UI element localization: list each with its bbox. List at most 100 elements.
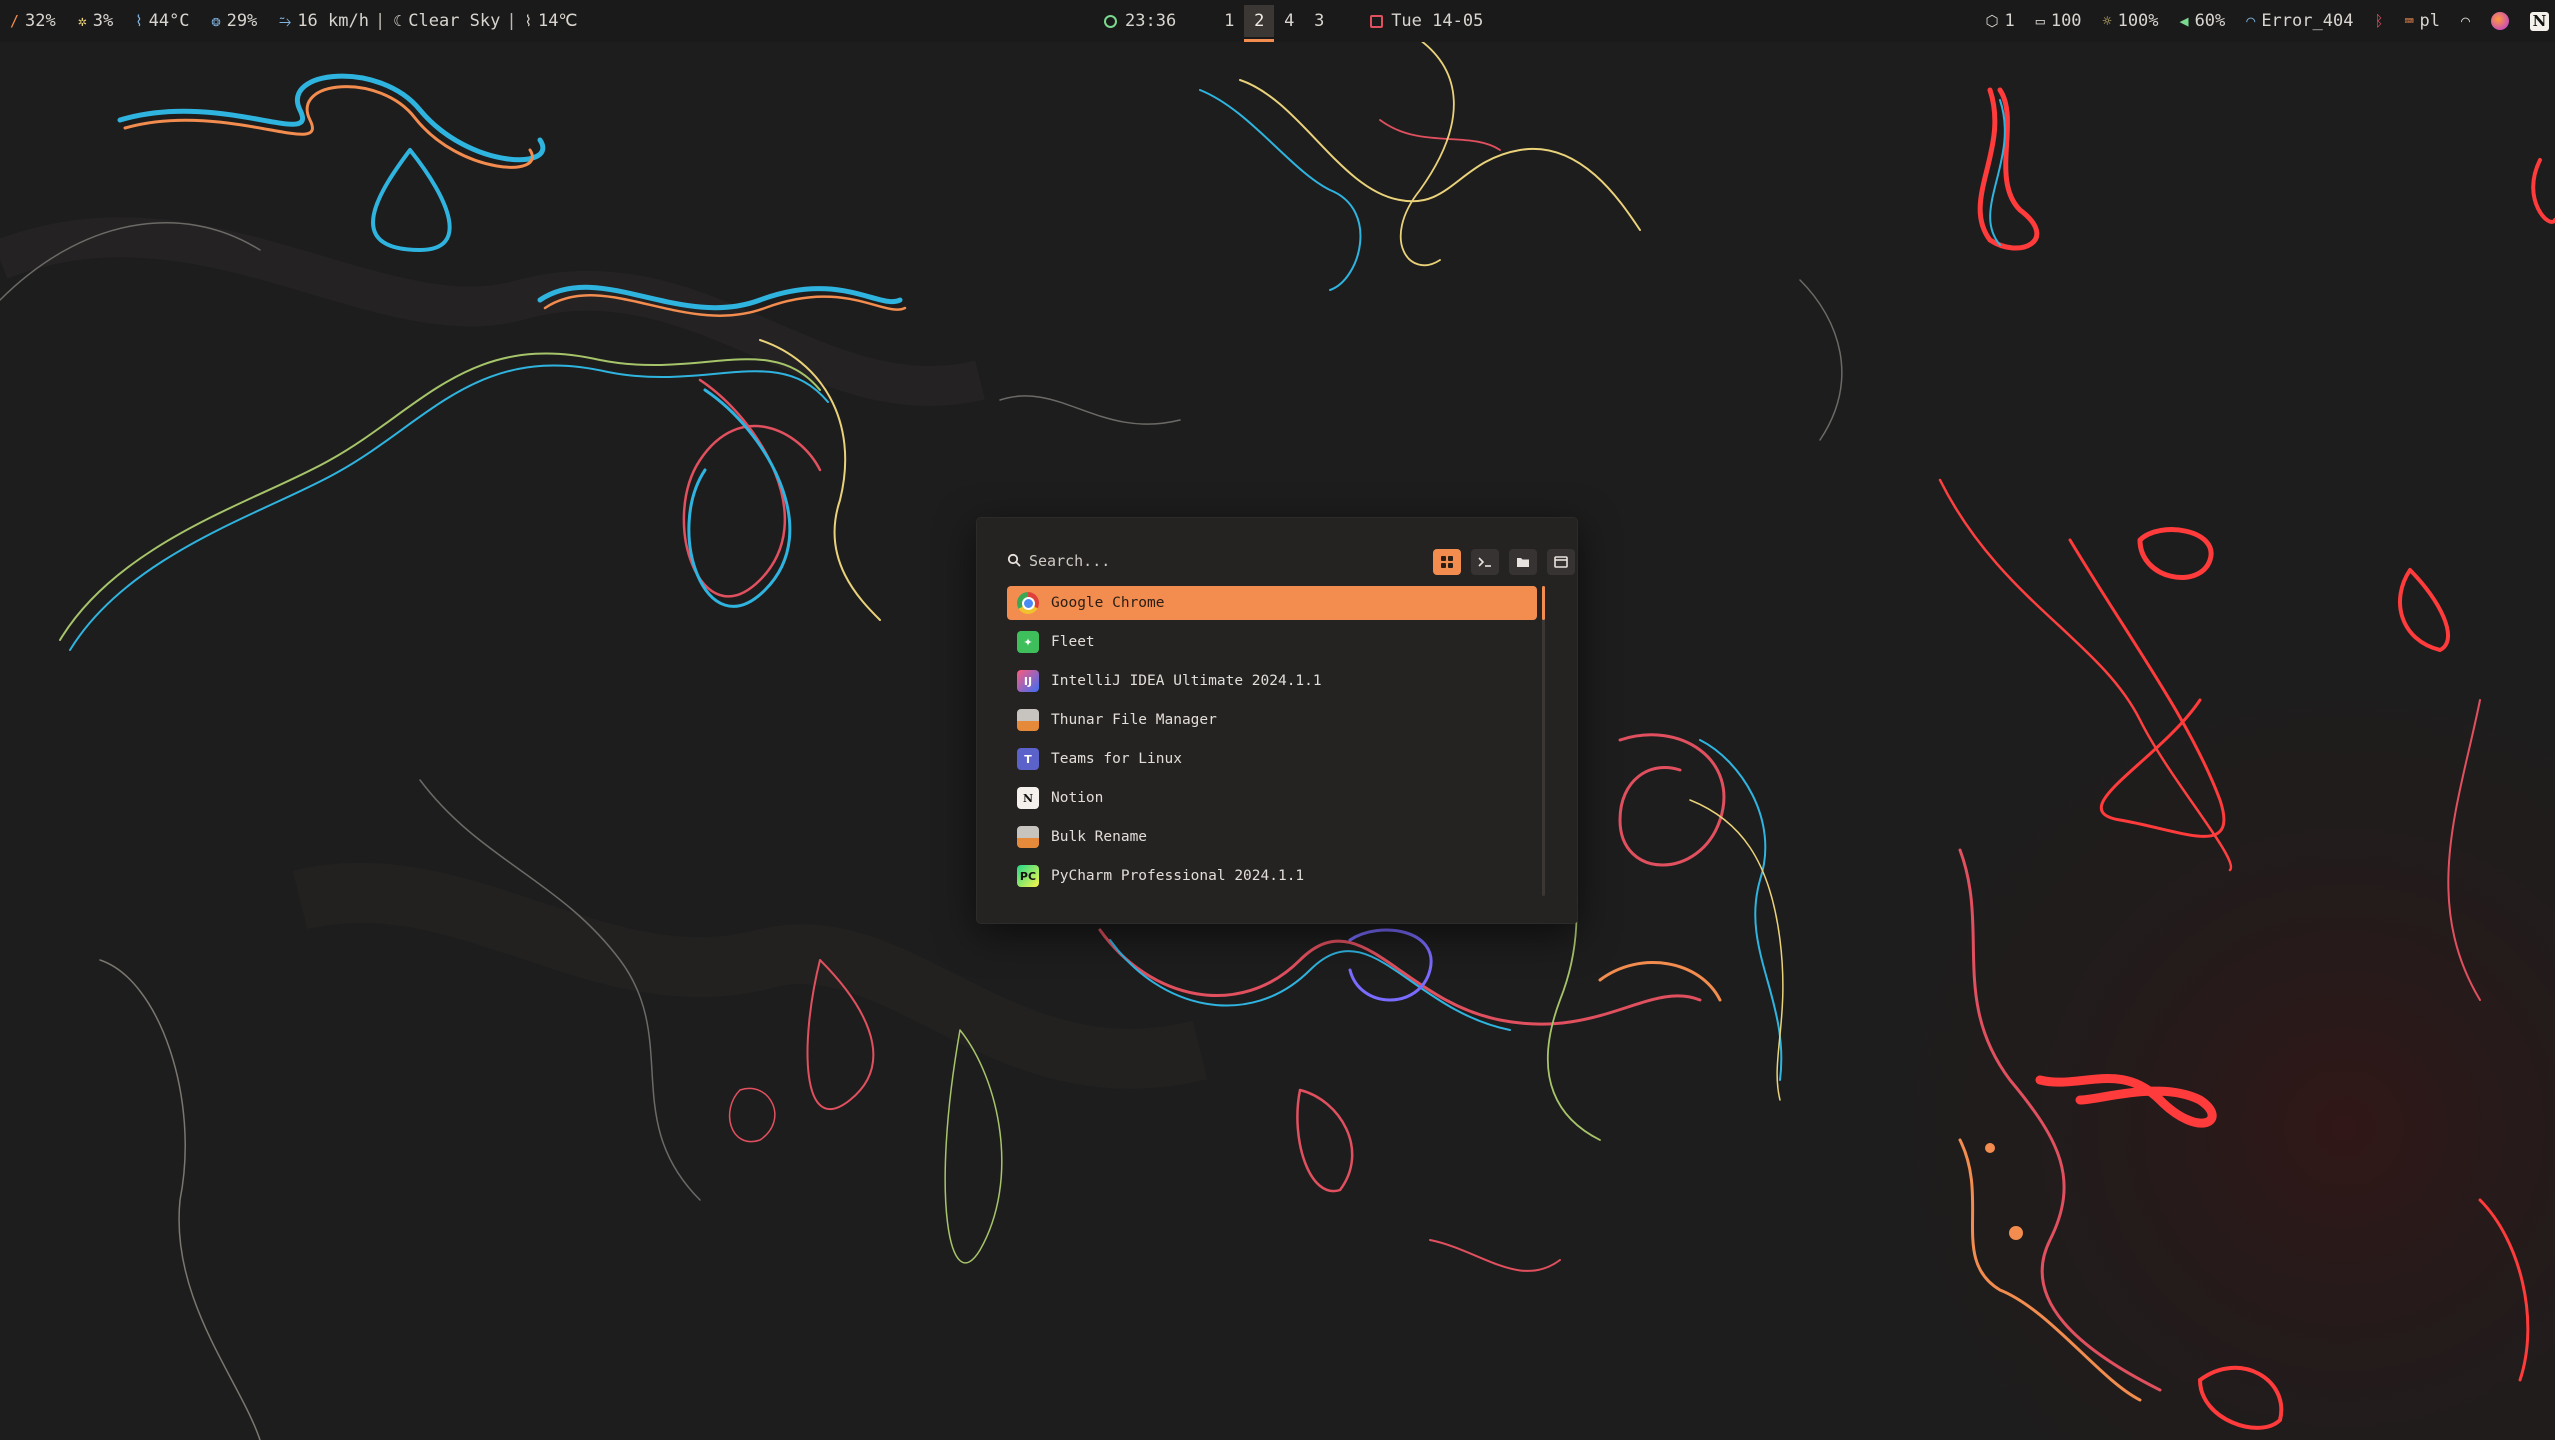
results-scrollbar[interactable]: [1542, 586, 1545, 896]
status-center-group: 23:36 1 2 4 3 Tue 14-05: [1104, 0, 1483, 42]
top-status-bar: / 32% ✲ 3% ⌇ 44°C ❂ 29% ⥲ 16 km/h | ☾ Cl…: [0, 0, 2555, 42]
chrome-icon: [1017, 592, 1039, 614]
firefox-tray-item[interactable]: [2491, 12, 2509, 30]
workspace-button[interactable]: 4: [1274, 5, 1304, 37]
list-item[interactable]: ✦ Fleet: [1007, 625, 1537, 659]
list-item[interactable]: N Notion: [1007, 781, 1537, 815]
mode-windows-button[interactable]: [1547, 549, 1575, 575]
list-item[interactable]: T Teams for Linux: [1007, 742, 1537, 776]
package-icon: ⬡: [1985, 12, 1999, 30]
outside-temperature: 14℃: [537, 11, 578, 31]
battery-value: 100: [2050, 11, 2082, 31]
app-launcher: Google Chrome ✦ Fleet IJ IntelliJ IDEA U…: [977, 518, 1577, 923]
search-icon: [1007, 553, 1021, 567]
date-module[interactable]: Tue 14-05: [1370, 11, 1483, 31]
keyboard-layout: pl: [2419, 11, 2440, 31]
results-list: Google Chrome ✦ Fleet IJ IntelliJ IDEA U…: [1007, 586, 1537, 896]
search-input[interactable]: [1023, 546, 1359, 576]
workspace-button-active[interactable]: 2: [1244, 5, 1275, 42]
battery-module[interactable]: ▭ 100: [2036, 11, 2082, 31]
battery-icon: ▭: [2035, 12, 2045, 30]
brightness-module[interactable]: ☼ 100%: [2103, 11, 2159, 31]
updates-module[interactable]: ⬡ 1: [1985, 11, 2014, 31]
volume-value: 60%: [2194, 11, 2226, 31]
list-item-label: Notion: [1051, 790, 1104, 806]
cpu-value: 32%: [25, 11, 56, 31]
mode-files-button[interactable]: [1509, 549, 1537, 575]
separator: |: [374, 11, 386, 31]
search-bar: [1007, 546, 1575, 576]
clock-module[interactable]: 23:36: [1104, 11, 1176, 31]
status-right-group: ⬡ 1 ▭ 100 ☼ 100% ◀ 60% ◠ Error_404 ᛒ ⌨ p…: [1964, 0, 2549, 42]
notion-icon: N: [1017, 787, 1039, 809]
list-item-label: PyCharm Professional 2024.1.1: [1051, 868, 1305, 884]
wifi-tray-item[interactable]: ◠: [2461, 12, 2470, 30]
list-item-label: Teams for Linux: [1051, 751, 1182, 767]
list-item-label: Google Chrome: [1051, 595, 1165, 611]
keyboard-layout-module[interactable]: ⌨ pl: [2404, 11, 2440, 31]
list-item-label: Fleet: [1051, 634, 1095, 650]
moon-icon: ☾: [393, 12, 403, 30]
gpu-value: 3%: [92, 11, 114, 31]
mode-apps-button[interactable]: [1433, 549, 1461, 575]
status-left-group: / 32% ✲ 3% ⌇ 44°C ❂ 29% ⥲ 16 km/h | ☾ Cl…: [10, 0, 578, 42]
separator: |: [506, 11, 517, 31]
speaker-icon: ◀: [2179, 12, 2189, 30]
gpu-module[interactable]: ✲ 3%: [78, 11, 114, 31]
list-item[interactable]: Google Chrome: [1007, 586, 1537, 620]
humidity-module[interactable]: ❂ 29%: [212, 11, 258, 31]
bulk-rename-icon: [1017, 826, 1039, 848]
wind-icon: ⥲: [279, 12, 292, 30]
humidity-value: 29%: [226, 11, 258, 31]
list-item-label: Thunar File Manager: [1051, 712, 1217, 728]
sun-icon: ☼: [2102, 12, 2112, 30]
firefox-icon: [2491, 12, 2509, 30]
gear-icon: ✲: [77, 12, 87, 30]
notion-tray-item[interactable]: N: [2530, 11, 2549, 31]
workspace-button[interactable]: 1: [1214, 5, 1244, 37]
clock-time: 23:36: [1125, 11, 1177, 31]
wind-value: 16 km/h: [297, 11, 369, 31]
thermometer-icon: ⌇: [524, 12, 532, 30]
folder-icon: [1517, 558, 1529, 567]
network-name: Error_404: [2261, 11, 2354, 31]
weather-module[interactable]: ⥲ 16 km/h | ☾ Clear Sky | ⌇ 14℃: [279, 11, 577, 31]
list-item[interactable]: IJ IntelliJ IDEA Ultimate 2024.1.1: [1007, 664, 1537, 698]
workspace-switcher: 1 2 4 3: [1214, 5, 1334, 42]
keyboard-icon: ⌨: [2404, 12, 2414, 30]
wifi-icon: ◠: [2246, 12, 2256, 30]
bluetooth-module[interactable]: ᛒ: [2374, 12, 2383, 30]
temperature-value: 44°C: [148, 11, 190, 31]
workspace-button[interactable]: 3: [1304, 5, 1334, 37]
humidity-icon: ❂: [211, 12, 221, 30]
list-item-label: Bulk Rename: [1051, 829, 1148, 845]
teams-icon: T: [1017, 748, 1039, 770]
window-icon: [1554, 556, 1568, 568]
thunar-icon: [1017, 709, 1039, 731]
brightness-value: 100%: [2117, 11, 2159, 31]
mode-run-button[interactable]: [1471, 549, 1499, 575]
grid-icon: [1441, 556, 1453, 568]
wifi-icon: ◠: [2460, 12, 2470, 30]
clock-icon: [1104, 14, 1117, 28]
intellij-icon: IJ: [1017, 670, 1039, 692]
list-item-label: IntelliJ IDEA Ultimate 2024.1.1: [1051, 673, 1322, 689]
thermometer-icon: ⌇: [135, 12, 143, 30]
network-module[interactable]: ◠ Error_404: [2246, 11, 2353, 31]
cpu-icon: /: [10, 12, 20, 30]
list-item[interactable]: Thunar File Manager: [1007, 703, 1537, 737]
bluetooth-icon: ᛒ: [2374, 12, 2384, 30]
list-item[interactable]: Bulk Rename: [1007, 820, 1537, 854]
temperature-module[interactable]: ⌇ 44°C: [135, 11, 189, 31]
weather-condition: Clear Sky: [408, 11, 501, 31]
terminal-icon: [1478, 557, 1491, 567]
date-value: Tue 14-05: [1391, 11, 1484, 31]
scrollbar-thumb[interactable]: [1542, 586, 1545, 620]
list-item[interactable]: PC PyCharm Professional 2024.1.1: [1007, 859, 1537, 893]
volume-module[interactable]: ◀ 60%: [2180, 11, 2226, 31]
notion-icon: N: [2530, 11, 2549, 31]
fleet-icon: ✦: [1017, 631, 1039, 653]
cpu-module[interactable]: / 32%: [10, 11, 56, 31]
pycharm-icon: PC: [1017, 865, 1039, 887]
updates-count: 1: [2004, 11, 2015, 31]
